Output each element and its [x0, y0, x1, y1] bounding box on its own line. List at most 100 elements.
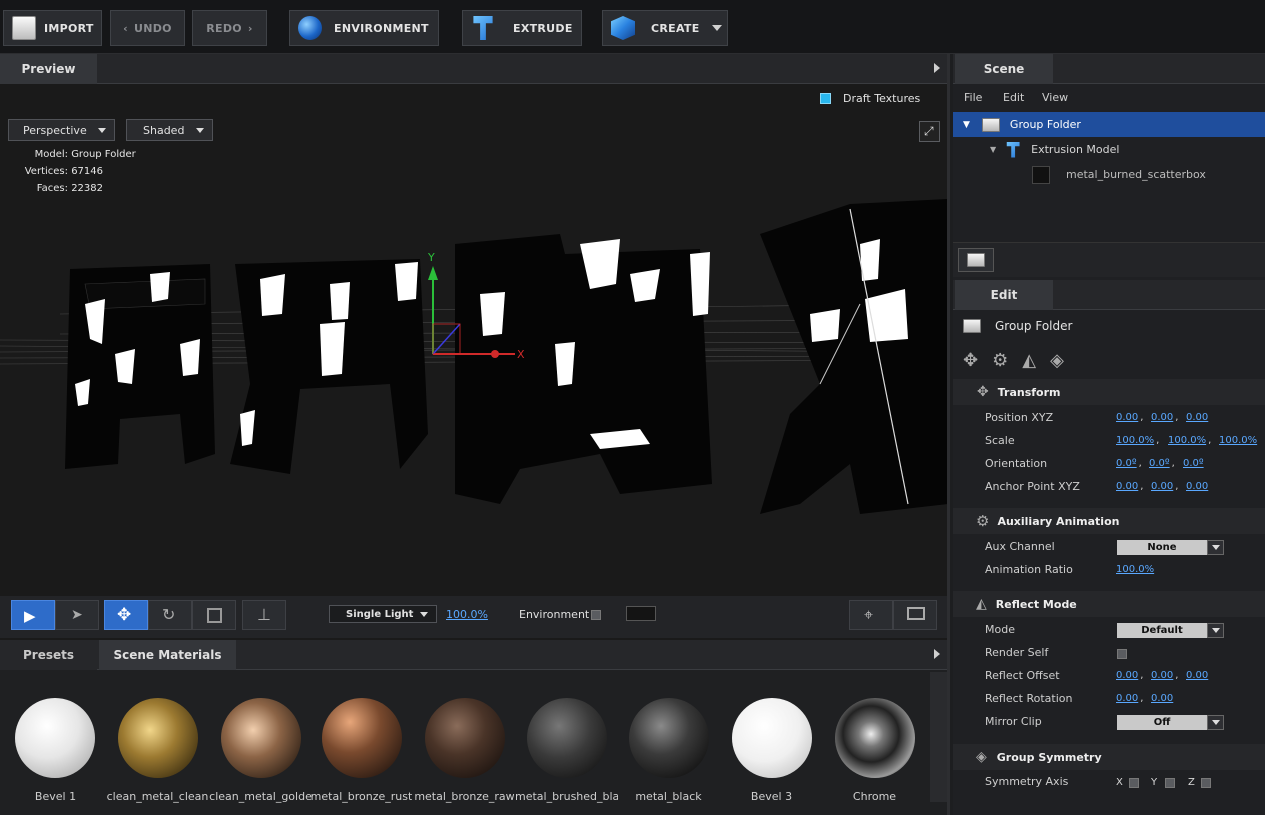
material-swatch[interactable]: [322, 698, 402, 778]
section-title: Reflect Mode: [995, 597, 1077, 611]
light-intensity-value[interactable]: 100.0%: [446, 608, 488, 621]
tab-scene-materials[interactable]: Scene Materials: [99, 640, 236, 670]
position-y[interactable]: 0.00,: [1151, 412, 1178, 423]
tree-item-group-folder[interactable]: ▼ Group Folder: [953, 112, 1265, 137]
reflect-offset-y[interactable]: 0.00,: [1151, 670, 1178, 681]
expand-arrow-icon[interactable]: ▼: [963, 120, 970, 130]
tab-presets-label: Presets: [22, 648, 74, 662]
redo-button[interactable]: REDO ›: [192, 10, 267, 46]
gears-icon: ⚙: [976, 512, 990, 530]
auxiliary-animation-section[interactable]: ⚙ Auxiliary Animation: [953, 508, 1265, 534]
position-x[interactable]: 0.00,: [1116, 412, 1143, 423]
environment-checkbox[interactable]: [591, 610, 601, 620]
orientation-y[interactable]: 0.0º,: [1149, 458, 1175, 469]
shading-value: Shaded: [143, 123, 185, 137]
aux-channel-value: None: [1147, 542, 1177, 553]
material-swatch[interactable]: [835, 698, 915, 778]
material-swatch[interactable]: [221, 698, 301, 778]
environment-button[interactable]: ENVIRONMENT: [289, 10, 439, 46]
move-tool-button[interactable]: ✥: [104, 600, 148, 630]
material-swatch[interactable]: [118, 698, 198, 778]
material-swatch[interactable]: [425, 698, 505, 778]
tab-preview[interactable]: Preview: [0, 54, 97, 84]
material-swatch[interactable]: [15, 698, 95, 778]
tab-scene-materials-label: Scene Materials: [113, 648, 222, 662]
symmetry-x-checkbox[interactable]: [1129, 778, 1139, 788]
symmetry-z-checkbox[interactable]: [1201, 778, 1211, 788]
redo-label: REDO: [206, 21, 242, 35]
vertices-label: Vertices:: [24, 166, 68, 177]
reflect-rotation-y[interactable]: 0.00: [1151, 693, 1173, 704]
menu-view[interactable]: View: [1042, 91, 1068, 104]
reflect-mode-section[interactable]: ◭ Reflect Mode: [953, 591, 1265, 617]
rotate-icon: ↻: [162, 605, 176, 624]
create-button[interactable]: CREATE: [602, 10, 728, 46]
draft-textures-toggle[interactable]: Draft Textures: [820, 92, 920, 105]
tree-item-label: Group Folder: [1009, 118, 1081, 131]
select-tool-button[interactable]: ➤: [55, 600, 99, 630]
material-swatch[interactable]: [732, 698, 812, 778]
undo-button[interactable]: ‹ UNDO: [110, 10, 185, 46]
scale-label: Scale: [985, 434, 1015, 447]
symmetry-icon[interactable]: ◈: [1050, 350, 1064, 371]
scale-y[interactable]: 100.0%,: [1168, 435, 1211, 446]
anchor-x[interactable]: 0.00,: [1116, 481, 1143, 492]
expand-arrow-icon[interactable]: ▼: [990, 145, 996, 154]
orientation-label: Orientation: [985, 457, 1048, 470]
tree-item-extrusion-model[interactable]: ▼ Extrusion Model: [953, 137, 1265, 162]
add-group-button[interactable]: [958, 248, 994, 272]
menu-file[interactable]: File: [964, 91, 982, 104]
shading-dropdown[interactable]: Shaded: [126, 119, 213, 141]
material-swatch[interactable]: [629, 698, 709, 778]
tree-item-material[interactable]: metal_burned_scatterbox: [953, 162, 1265, 187]
tab-scene[interactable]: Scene: [955, 54, 1053, 84]
scale-tool-button[interactable]: [192, 600, 236, 630]
materials-scrollbar[interactable]: [930, 672, 947, 802]
maximize-viewport-icon[interactable]: ⤢: [919, 121, 940, 142]
symmetry-y-checkbox[interactable]: [1165, 778, 1175, 788]
orientation-z[interactable]: 0.0º: [1183, 458, 1204, 469]
collapse-arrow-icon[interactable]: [934, 63, 940, 73]
collapse-arrow-icon[interactable]: [934, 649, 940, 659]
mirror-clip-dropdown[interactable]: Off: [1117, 715, 1224, 730]
extrude-button[interactable]: EXTRUDE: [462, 10, 582, 46]
orientation-x[interactable]: 0.0º,: [1116, 458, 1142, 469]
scale-x[interactable]: 100.0%,: [1116, 435, 1159, 446]
camera-tool-button[interactable]: ▶: [11, 600, 55, 630]
rotate-tool-button[interactable]: ↻: [148, 600, 192, 630]
transform-section[interactable]: ✥ Transform: [953, 379, 1265, 405]
import-button[interactable]: IMPORT: [3, 10, 102, 46]
aux-channel-dropdown[interactable]: None: [1117, 540, 1224, 555]
environment-color-swatch[interactable]: [626, 606, 656, 621]
display-button[interactable]: [893, 600, 937, 630]
extrude-icon: [473, 16, 493, 40]
scale-z[interactable]: 100.0%: [1219, 435, 1257, 446]
tab-presets[interactable]: Presets: [0, 640, 97, 670]
reflect-offset-z[interactable]: 0.00: [1186, 670, 1208, 681]
reflect-rotation-x[interactable]: 0.00,: [1116, 693, 1143, 704]
axis-tool-button[interactable]: ⊥: [242, 600, 286, 630]
reflect-icon[interactable]: ◭: [1022, 350, 1036, 371]
3d-viewport[interactable]: Y X Draft Textures Perspective Shaded ⤢ …: [0, 84, 947, 640]
camera-view-dropdown[interactable]: Perspective: [8, 119, 115, 141]
menu-edit[interactable]: Edit: [1003, 91, 1024, 104]
tab-edit[interactable]: Edit: [955, 280, 1053, 310]
gears-icon[interactable]: ⚙: [992, 350, 1008, 371]
material-swatch[interactable]: [527, 698, 607, 778]
position-z[interactable]: 0.00: [1186, 412, 1208, 423]
animation-ratio-value[interactable]: 100.0%: [1116, 564, 1154, 575]
draft-textures-checkbox[interactable]: [820, 93, 831, 104]
group-symmetry-section[interactable]: ◈ Group Symmetry: [953, 744, 1265, 770]
anchor-z[interactable]: 0.00: [1186, 481, 1208, 492]
preview-header: Preview: [0, 54, 947, 84]
target-button[interactable]: ⌖: [849, 600, 893, 630]
reflect-mode-dropdown[interactable]: Default: [1117, 623, 1224, 638]
light-mode-dropdown[interactable]: Single Light: [329, 605, 437, 623]
render-self-checkbox[interactable]: [1117, 649, 1127, 659]
move-arrows-icon[interactable]: ✥: [963, 350, 978, 371]
material-label: metal_bronze_raw: [414, 790, 515, 803]
reflect-offset-x[interactable]: 0.00,: [1116, 670, 1143, 681]
material-label: Bevel 1: [34, 790, 77, 803]
anchor-y[interactable]: 0.00,: [1151, 481, 1178, 492]
scene-header: Scene: [953, 54, 1265, 84]
